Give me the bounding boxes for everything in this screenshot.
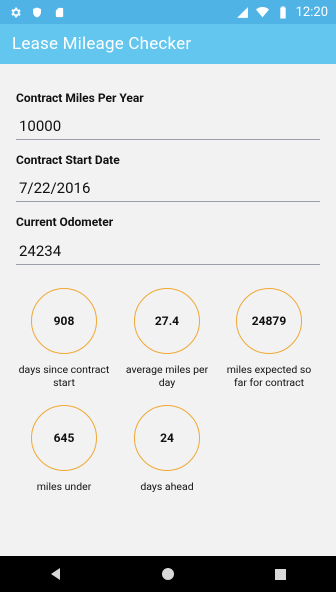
app-title: Lease Mileage Checker: [12, 34, 192, 54]
shield-icon: [30, 5, 44, 19]
stat-circle: 908: [31, 288, 97, 354]
main-content: Contract Miles Per Year 10000 Contract S…: [0, 64, 336, 556]
contract-miles-label: Contract Miles Per Year: [16, 91, 144, 105]
stat-circle: 645: [31, 405, 97, 471]
sd-card-icon: [52, 5, 66, 19]
wifi-icon: [256, 5, 270, 19]
stat-circle: 24879: [236, 288, 302, 354]
odometer-input[interactable]: 24234: [16, 237, 320, 265]
status-bar: 12:20: [0, 0, 336, 24]
system-nav-bar: [0, 556, 336, 592]
recents-icon[interactable]: [270, 564, 290, 584]
stat-label: miles under: [36, 480, 92, 493]
stat-miles-expected: 24879 miles expected so far for contract: [219, 288, 319, 389]
cell-signal-icon: [236, 5, 250, 19]
clock-text: 12:20: [295, 4, 328, 20]
battery-icon: [276, 5, 290, 19]
contract-miles-input[interactable]: 10000: [16, 112, 320, 140]
start-date-label: Contract Start Date: [16, 153, 120, 167]
stat-label: average miles per day: [125, 363, 209, 389]
stat-label: days ahead: [140, 480, 194, 493]
home-icon[interactable]: [158, 564, 178, 584]
start-date-input[interactable]: 7/22/2016: [16, 174, 320, 202]
stat-days-ahead: 24 days ahead: [117, 405, 217, 493]
stat-miles-under: 645 miles under: [14, 405, 114, 493]
stat-circle: 27.4: [134, 288, 200, 354]
gear-icon: [8, 5, 22, 19]
app-bar: Lease Mileage Checker: [0, 24, 336, 64]
stat-label: miles expected so far for contract: [226, 363, 312, 389]
odometer-label: Current Odometer: [16, 215, 114, 229]
stat-days-since-start: 908 days since contract start: [14, 288, 114, 389]
stat-circle: 24: [134, 405, 200, 471]
stat-average-miles: 27.4 average miles per day: [117, 288, 217, 389]
back-icon[interactable]: [46, 564, 66, 584]
stat-label: days since contract start: [18, 363, 110, 389]
